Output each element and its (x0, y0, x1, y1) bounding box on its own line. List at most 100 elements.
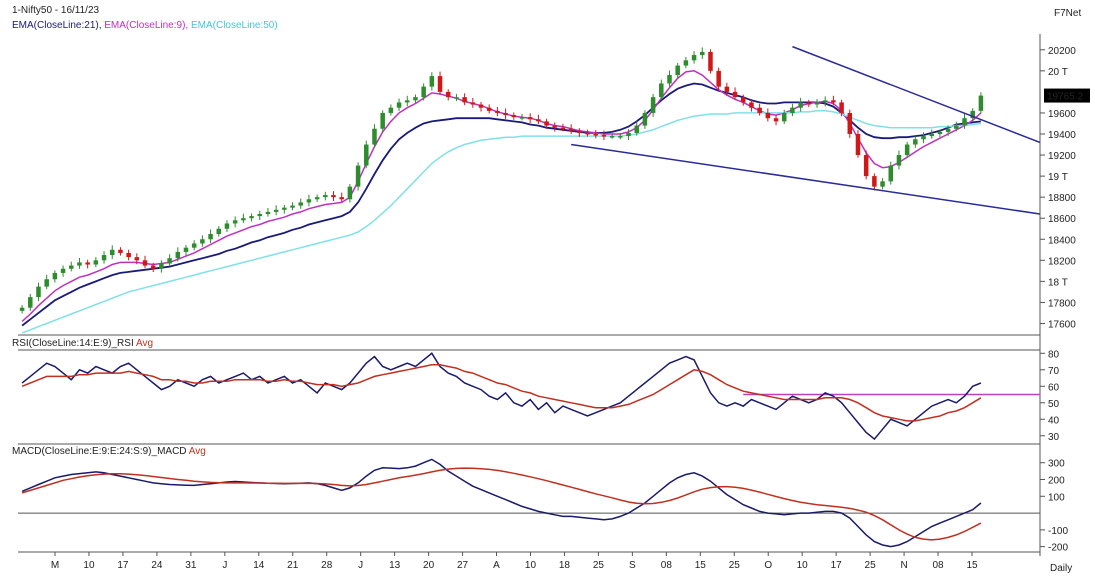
x-tick-label-18: 08 (661, 560, 673, 571)
candle-body (454, 97, 459, 99)
candle-body (339, 197, 344, 200)
candle-body (232, 220, 238, 224)
candle-body (421, 86, 426, 98)
candle-body (568, 128, 574, 131)
candle-body (69, 265, 74, 269)
candle-body (52, 272, 58, 280)
candle-body (282, 207, 287, 210)
candle-body (118, 249, 123, 253)
x-tick-label-26: 08 (932, 560, 944, 571)
macd-tick-label-1: 200 (1048, 476, 1065, 487)
candle-body (872, 176, 877, 187)
x-tick-label-14: 10 (525, 560, 537, 571)
price-tick-label-11: 17800 (1048, 298, 1076, 309)
candle-body (683, 60, 689, 66)
x-tick-label-25: N (900, 560, 907, 571)
candle-body (314, 197, 320, 200)
candle-body (642, 112, 648, 126)
price-tick-label-6: 18800 (1048, 193, 1076, 204)
candle-body (765, 112, 771, 119)
candle-body (19, 307, 25, 311)
candle-body (945, 128, 951, 132)
candle-body (216, 228, 222, 234)
x-tick-label-10: 13 (389, 560, 401, 571)
x-tick-label-20: 25 (729, 560, 741, 571)
candle-body (134, 257, 140, 261)
price-tick-label-3: 19400 (1048, 130, 1076, 141)
macd-tick-label-2: 100 (1048, 492, 1065, 503)
candle-body (183, 247, 189, 252)
candle-body (150, 265, 156, 269)
candle-body (954, 125, 959, 129)
x-tick-label-9: J (358, 560, 363, 571)
macd-line-1 (21, 467, 982, 541)
candle-body (896, 155, 902, 166)
candle-body (495, 110, 500, 113)
x-tick-label-7: 21 (287, 560, 299, 571)
chart-stage: 1-Nifty50 - 16/11/23 F7Net EMA(CloseLine… (0, 0, 1095, 582)
candle-body (347, 186, 353, 200)
candle-body (691, 55, 697, 61)
x-tick-label-12: 27 (457, 560, 469, 571)
candle-body (60, 268, 66, 273)
ema-line-0 (21, 82, 982, 327)
candle-body (560, 127, 566, 130)
candle-body (396, 102, 402, 108)
price-tick-label-10: 18 T (1048, 277, 1068, 288)
price-tick-label-7: 18600 (1048, 214, 1076, 225)
candle-body (175, 251, 181, 259)
rsi-line-1 (21, 364, 982, 422)
candle-body (380, 112, 385, 129)
x-tick-label-3: 24 (151, 560, 163, 571)
candle-body (577, 130, 582, 133)
candle-body (331, 195, 336, 198)
candle-body (650, 97, 656, 113)
x-tick-label-22: 10 (797, 560, 809, 571)
candle-body (413, 97, 418, 101)
price-tick-label-5: 19 T (1048, 172, 1068, 183)
candle-body (740, 97, 746, 103)
candle-body (536, 119, 541, 122)
candle-body (757, 107, 762, 113)
ema-line-2 (21, 110, 981, 334)
chart-svg: 2020020 T19600194001920019 T188001860018… (18, 34, 1090, 571)
candle-body (724, 86, 730, 92)
rsi-line-0 (21, 352, 982, 441)
candle-body (44, 279, 49, 287)
candle-body (847, 112, 853, 134)
candle-body (77, 262, 82, 266)
price-tick-label-12: 17600 (1048, 319, 1076, 330)
candle-body (790, 107, 795, 113)
candle-body (249, 216, 254, 219)
candle-body (749, 102, 754, 108)
candle-body (355, 165, 361, 187)
candle-body (708, 51, 713, 71)
lower-trendline (571, 143, 1041, 215)
candle-body (372, 128, 377, 145)
candle-body (700, 51, 705, 56)
candle-body (781, 112, 787, 122)
candle-body (913, 139, 918, 145)
candle-body (978, 95, 984, 111)
candle-body (552, 125, 558, 128)
macd-tick-label-4: -200 (1048, 543, 1068, 554)
candle-body (634, 125, 639, 133)
candle-body (659, 83, 664, 98)
last-price-label: 19765.2 (1047, 92, 1084, 103)
macd-line-0 (21, 458, 982, 548)
candle-body (159, 263, 164, 269)
price-tick-label-2: 19600 (1048, 109, 1076, 120)
candle-body (626, 132, 631, 137)
x-tick-label-21: O (764, 560, 772, 571)
candle-body (101, 255, 107, 261)
candle-body (142, 260, 148, 266)
candle-body (601, 135, 607, 137)
candle-body (527, 117, 533, 120)
candle-body (306, 199, 312, 203)
candle-body (937, 131, 943, 134)
candle-body (814, 102, 820, 105)
candle-body (273, 209, 279, 212)
candle-body (863, 155, 869, 177)
x-tick-label-4: 31 (185, 560, 197, 571)
candle-body (904, 144, 910, 156)
